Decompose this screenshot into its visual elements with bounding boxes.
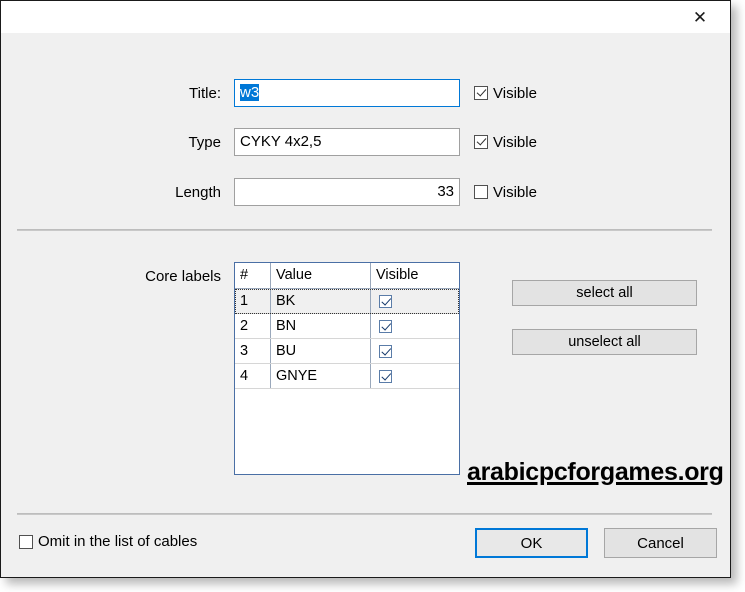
close-icon[interactable]: ✕	[678, 1, 722, 33]
title-row: Title: w3 Visible	[1, 79, 730, 109]
core-labels-label: Core labels	[145, 268, 221, 285]
type-visible-label: Visible	[493, 133, 537, 151]
title-visible-label: Visible	[493, 84, 537, 102]
checkbox-box	[474, 86, 488, 100]
length-row: Length 33 Visible	[1, 178, 730, 208]
type-visible-checkbox[interactable]: Visible	[474, 128, 537, 156]
length-visible-checkbox[interactable]: Visible	[474, 178, 537, 206]
omit-in-list-checkbox[interactable]: Omit in the list of cables	[19, 533, 197, 550]
row-num: 2	[235, 314, 271, 338]
row-value: BN	[271, 314, 371, 338]
dialog-body: Title: w3 Visible Type CYKY 4x2,5 Visibl…	[1, 33, 730, 577]
cable-properties-dialog: ✕ Title: w3 Visible Type CYKY 4x2,5 Visi…	[0, 0, 731, 578]
title-visible-checkbox[interactable]: Visible	[474, 79, 537, 107]
ok-button[interactable]: OK	[475, 528, 588, 558]
row-visible-checkbox[interactable]	[379, 319, 392, 333]
row-visible-cell[interactable]	[371, 339, 459, 363]
row-value: BU	[271, 339, 371, 363]
core-labels-table[interactable]: # Value Visible 1 BK 2 BN 3 BU 4 GNYE	[234, 262, 460, 475]
row-value: GNYE	[271, 364, 371, 388]
type-row: Type CYKY 4x2,5 Visible	[1, 128, 730, 158]
row-visible-checkbox[interactable]	[379, 294, 392, 308]
length-label: Length	[175, 184, 221, 201]
table-row[interactable]: 4 GNYE	[235, 364, 459, 389]
table-header-row: # Value Visible	[235, 263, 459, 289]
row-visible-cell[interactable]	[371, 364, 459, 388]
row-visible-cell[interactable]	[371, 289, 459, 313]
length-visible-label: Visible	[493, 183, 537, 201]
table-row[interactable]: 2 BN	[235, 314, 459, 339]
table-row[interactable]: 1 BK	[235, 289, 459, 314]
type-label: Type	[188, 134, 221, 151]
watermark-text: arabicpcforgames.org	[467, 458, 724, 486]
row-num: 3	[235, 339, 271, 363]
checkbox-box	[474, 185, 488, 199]
column-header-num: #	[235, 263, 271, 288]
checkbox-box	[19, 534, 33, 549]
title-input-value: w3	[240, 84, 260, 101]
divider-top	[17, 229, 712, 231]
row-visible-checkbox[interactable]	[379, 344, 392, 358]
table-row[interactable]: 3 BU	[235, 339, 459, 364]
select-all-button[interactable]: select all	[512, 280, 697, 306]
cancel-button[interactable]: Cancel	[604, 528, 717, 558]
type-input[interactable]: CYKY 4x2,5	[234, 128, 460, 156]
row-value: BK	[271, 289, 371, 313]
omit-in-list-label: Omit in the list of cables	[38, 533, 198, 550]
title-input[interactable]: w3	[234, 79, 460, 107]
column-header-visible: Visible	[376, 267, 419, 283]
checkbox-box	[474, 135, 488, 149]
unselect-all-button[interactable]: unselect all	[512, 329, 697, 355]
length-input[interactable]: 33	[234, 178, 460, 206]
row-num: 4	[235, 364, 271, 388]
divider-bottom	[17, 513, 712, 515]
title-bar: ✕	[1, 1, 730, 33]
row-visible-checkbox[interactable]	[379, 369, 392, 383]
title-label: Title:	[189, 85, 221, 102]
row-num: 1	[235, 289, 271, 313]
column-header-value: Value	[271, 263, 371, 288]
row-visible-cell[interactable]	[371, 314, 459, 338]
